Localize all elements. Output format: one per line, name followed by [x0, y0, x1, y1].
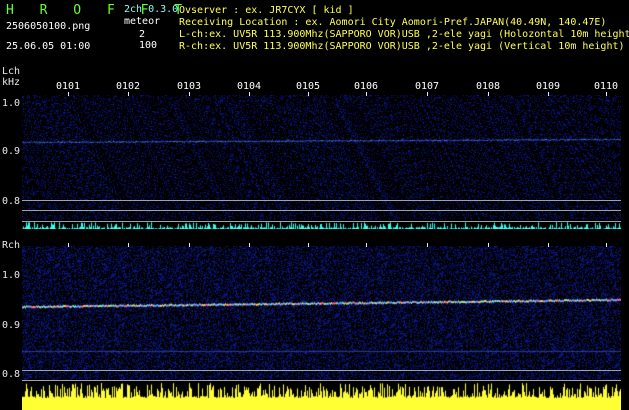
time-tick — [308, 92, 309, 96]
rch-ylabel-1: 1.0 — [2, 270, 21, 281]
time-label: 0105 — [296, 81, 321, 92]
time-label: 0107 — [415, 81, 440, 92]
time-tick — [189, 92, 190, 96]
lch-ylabel-3: 0.8 — [2, 196, 21, 207]
time-label: 0106 — [354, 81, 379, 92]
time-label: 0108 — [476, 81, 501, 92]
rch-ref-line — [22, 370, 621, 371]
time-label: 0103 — [177, 81, 202, 92]
time-tick — [68, 243, 69, 247]
time-tick — [128, 243, 129, 247]
lch-ref-line — [22, 200, 621, 201]
rch-channel-label: Rch — [2, 240, 21, 251]
time-label: 0109 — [536, 81, 561, 92]
lch-ref-line — [22, 221, 621, 222]
time-label: 0104 — [237, 81, 262, 92]
rch-info-line: R-ch:ex. UV5R 113.900Mhz(SAPPORO VOR)USB… — [179, 41, 625, 52]
time-label: 0110 — [594, 81, 619, 92]
time-tick — [128, 92, 129, 96]
time-tick — [488, 92, 489, 96]
time-tick — [427, 243, 428, 247]
time-tick — [308, 243, 309, 247]
meteor-lch-count: 2 — [139, 29, 146, 40]
meteor-label: meteor — [124, 16, 161, 27]
time-label: 0102 — [116, 81, 141, 92]
rch-spectrogram — [22, 246, 621, 410]
observer-line: Ovserver : ex. JR7CYX [ kid ] — [179, 5, 354, 16]
filename-label: 2506050100.png — [6, 21, 91, 32]
lch-waterfall — [22, 95, 621, 229]
time-tick — [249, 243, 250, 247]
time-tick — [427, 92, 428, 96]
time-tick — [366, 243, 367, 247]
lch-unit-label: kHz — [2, 77, 21, 88]
time-tick — [548, 243, 549, 247]
time-tick — [68, 92, 69, 96]
lch-ylabel-1: 1.0 — [2, 98, 21, 109]
meteor-rch-count: 100 — [139, 40, 158, 51]
lch-info-line: L-ch:ex. UV5R 113.900Mhz(SAPPORO VOR)USB… — [179, 29, 629, 40]
rch-waterfall — [22, 246, 621, 410]
lch-ylabel-2: 0.9 — [2, 146, 21, 157]
datetime-label: 25.06.05 01:00 — [6, 41, 91, 52]
rch-ref-line — [22, 380, 621, 381]
time-tick — [249, 92, 250, 96]
rch-ylabel-3: 0.8 — [2, 369, 21, 380]
time-tick — [488, 243, 489, 247]
time-tick — [366, 92, 367, 96]
time-tick — [189, 243, 190, 247]
time-tick — [606, 243, 607, 247]
lch-ref-line — [22, 210, 621, 211]
lch-spectrogram — [22, 95, 621, 229]
mode-label: 2ch 0.3.0 — [124, 4, 179, 15]
time-tick — [548, 92, 549, 96]
location-line: Receiving Location : ex. Aomori City Aom… — [179, 17, 607, 28]
time-label: 0101 — [56, 81, 81, 92]
lch-channel-label: Lch — [2, 66, 21, 77]
time-tick — [606, 92, 607, 96]
rch-ylabel-2: 0.9 — [2, 320, 21, 331]
